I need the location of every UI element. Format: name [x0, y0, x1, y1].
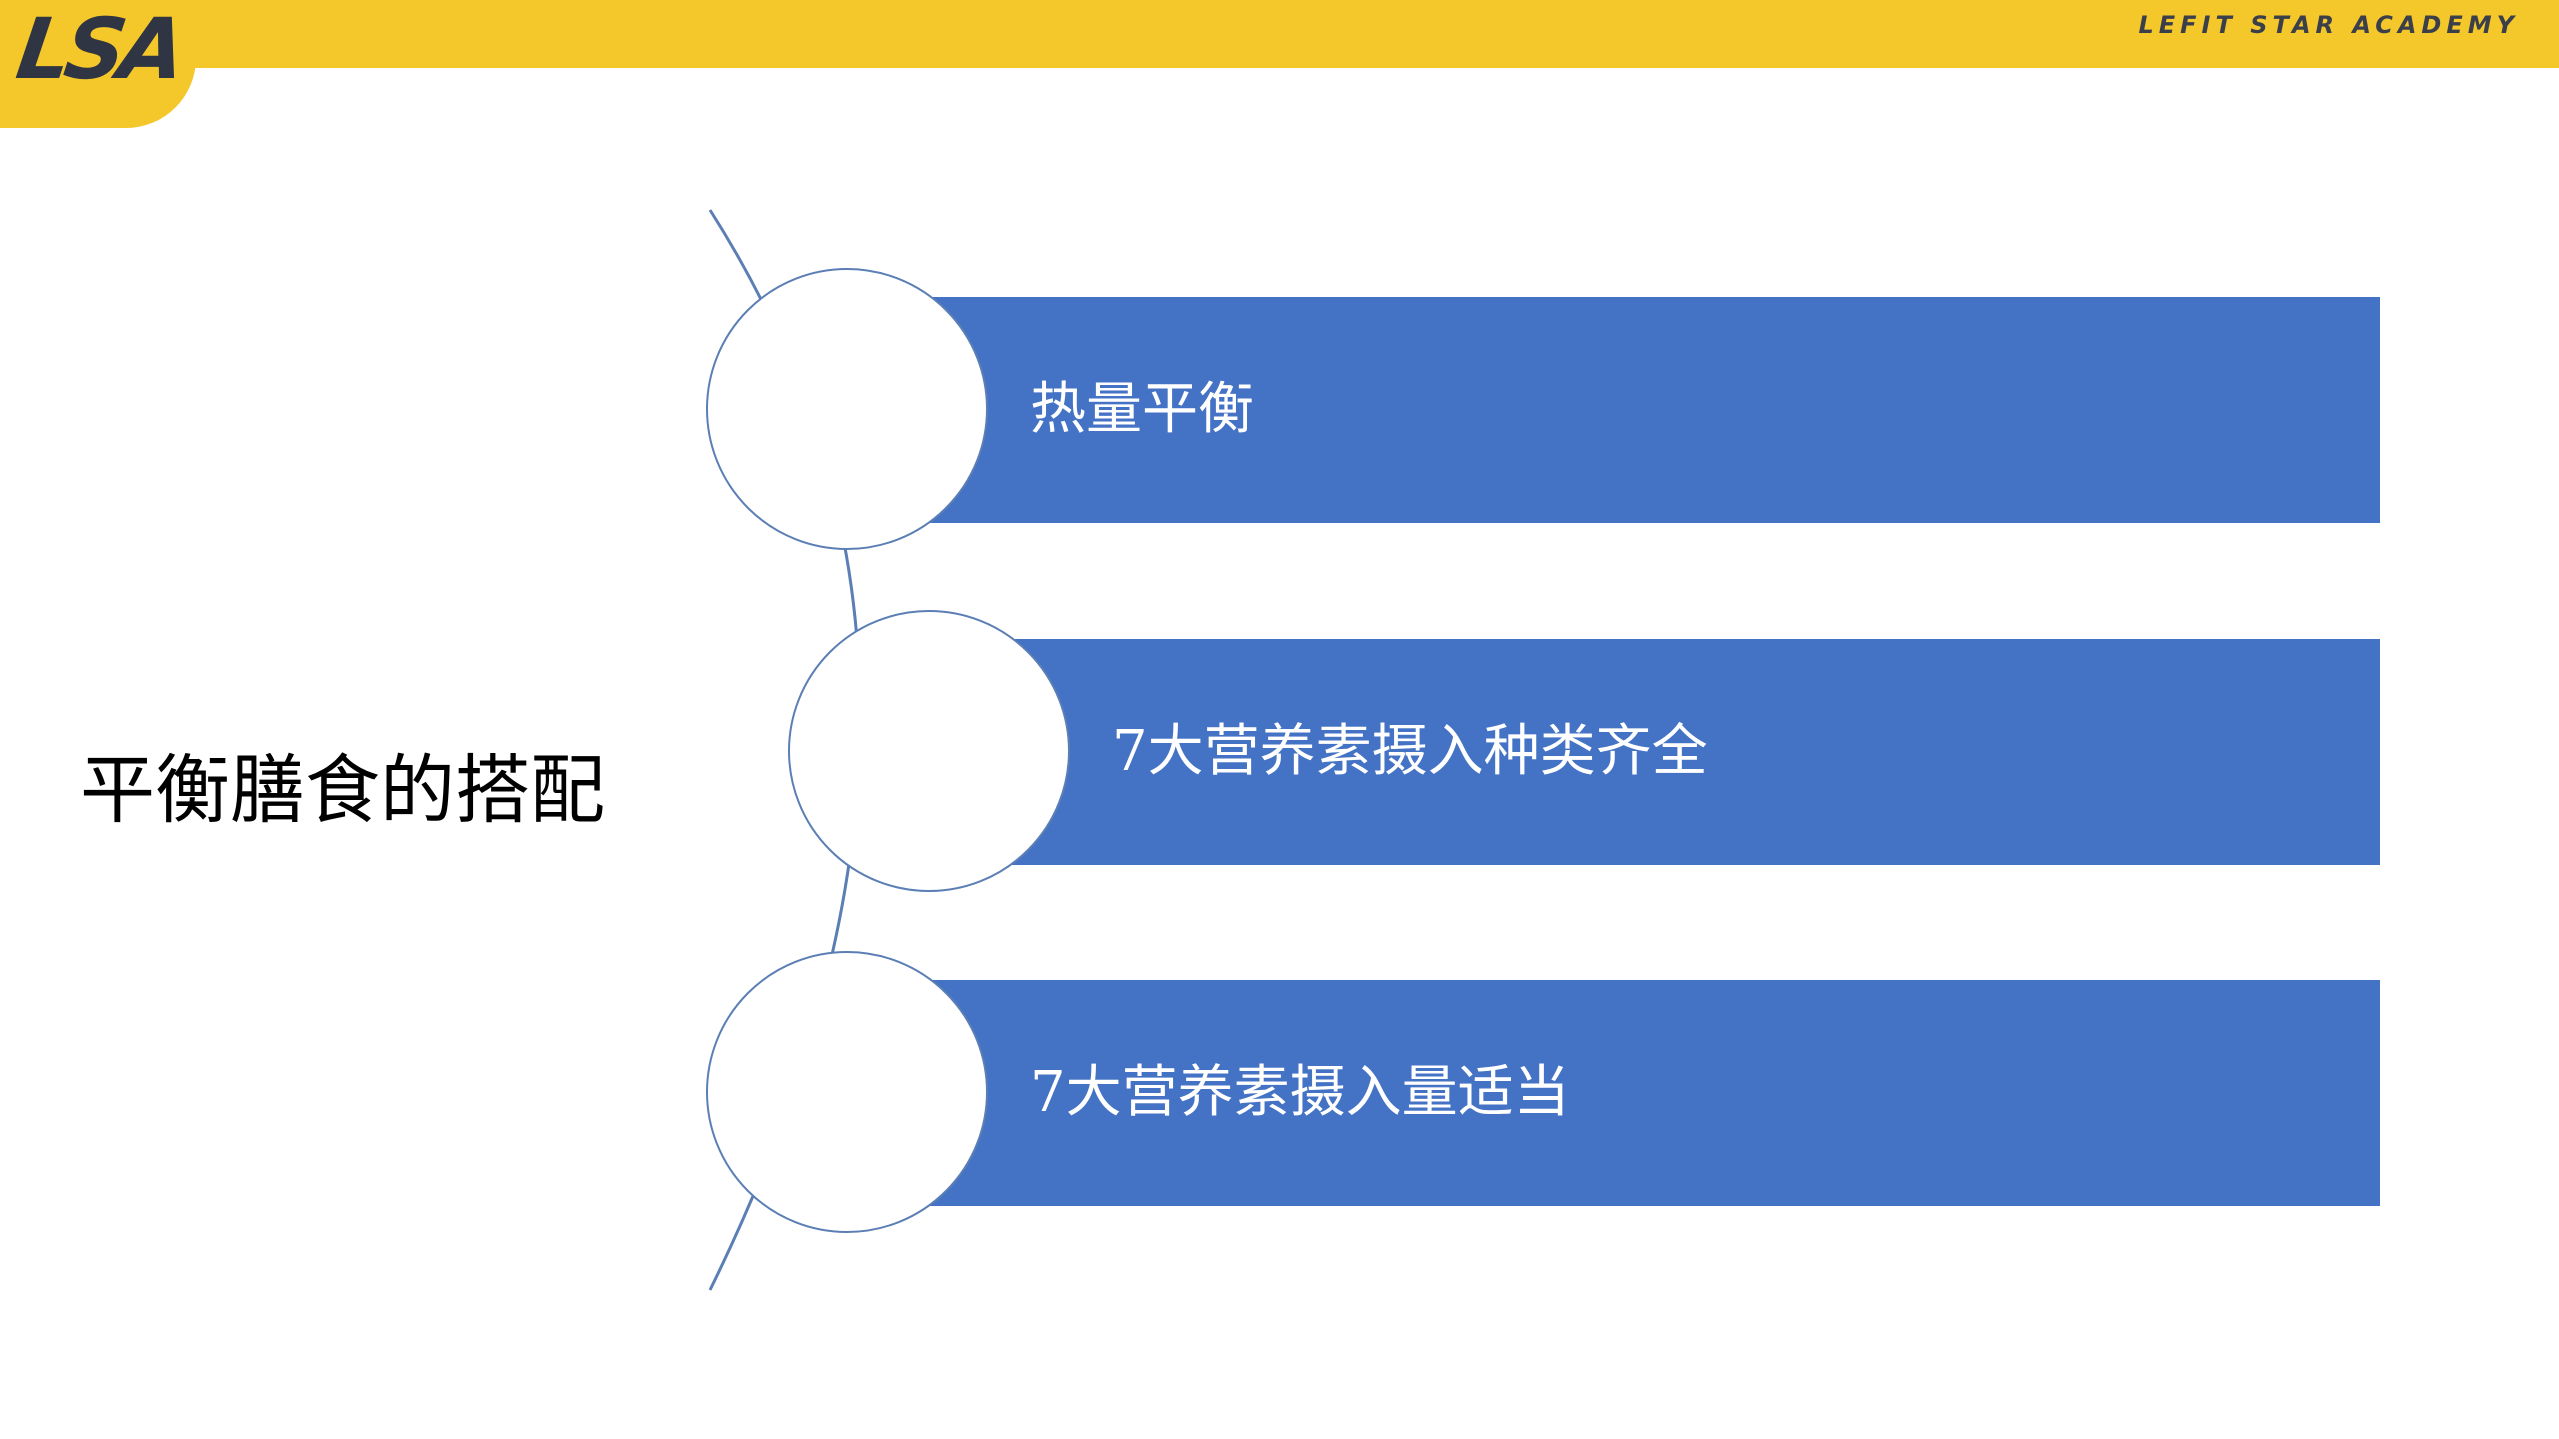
- item-circle-2: [788, 610, 1070, 892]
- item-circle-3: [706, 951, 988, 1233]
- item-label-1: 热量平衡: [1030, 377, 1254, 442]
- item-label-2: 7大营养素摄入种类齐全: [1112, 719, 1708, 784]
- item-label-3: 7大营养素摄入量适当: [1030, 1060, 1570, 1125]
- item-circle-1: [706, 268, 988, 550]
